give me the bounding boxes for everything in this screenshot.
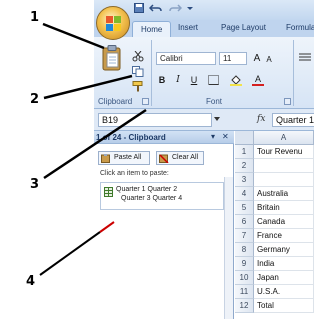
name-box[interactable]: B19 [98,113,212,127]
row-header[interactable]: 7 [235,229,254,243]
paste-icon[interactable] [102,45,122,71]
font-size-box[interactable]: 11 [219,52,247,65]
row-header[interactable]: 11 [235,285,254,299]
cell-a3[interactable] [254,173,314,187]
excel-item-icon [104,187,113,197]
clipboard-item[interactable]: Quarter 1 Quarter 2 Quarter 3 Quarter 4 [100,182,224,210]
cell-a4[interactable]: Australia [254,187,314,201]
clear-all-label: Clear All [172,154,199,161]
paste-all-label: Paste All [114,154,142,161]
row-header[interactable]: 12 [235,299,254,313]
cell-a9[interactable]: India [254,257,314,271]
tab-page-layout[interactable]: Page Layout [221,23,266,32]
excel-window: Home Insert Page Layout Formula Clipboar… [94,0,314,319]
grow-font-button[interactable]: A [251,52,263,65]
paste-all-button[interactable]: Paste All [98,151,150,165]
cell-a5[interactable]: Britain [254,201,314,215]
clipboard-dialog-launcher[interactable] [142,98,149,105]
copy-icon[interactable] [132,66,144,77]
clipboard-item-line-1: Quarter 1 Quarter 2 [116,186,178,193]
tab-insert[interactable]: Insert [178,23,198,32]
font-group-label: Font [206,97,223,106]
formula-bar: B19 fx Quarter 1 [94,109,314,131]
row-header[interactable]: 9 [235,257,254,271]
format-painter-icon[interactable] [132,81,144,92]
callout-1: 1 [30,10,40,25]
italic-button[interactable]: I [172,74,184,87]
borders-icon[interactable] [208,75,220,86]
shrink-font-button[interactable]: A [264,53,274,66]
callout-arrow-4 [39,231,101,276]
row-header[interactable]: 6 [235,215,254,229]
clipboard-pane-scrollbar[interactable] [224,177,233,319]
cell-a11[interactable]: U.S.A. [254,285,314,299]
cell-a12[interactable]: Total [254,299,314,313]
ribbon-separator [293,40,294,106]
cell-a1[interactable]: Tour Revenu [254,145,314,159]
cell-a6[interactable]: Canada [254,215,314,229]
font-color-button[interactable]: A [252,73,264,86]
row-header[interactable]: 5 [235,201,254,215]
row-header[interactable]: 2 [235,159,254,173]
bold-button[interactable]: B [156,74,168,87]
clipboard-hint: Click an item to paste: [100,170,169,177]
cut-icon[interactable] [132,51,144,62]
close-icon[interactable]: ✕ [222,132,229,141]
clipboard-pane-header: 1 of 24 - Clipboard ▾ ✕ [94,131,234,144]
tab-formulas[interactable]: Formula [286,23,314,32]
formula-input[interactable]: Quarter 1 [272,113,314,127]
select-all-corner[interactable] [235,131,254,145]
callout-3: 3 [30,177,40,192]
paste-all-icon [101,154,110,163]
row-header[interactable]: 3 [235,173,254,187]
office-logo-icon [106,16,121,31]
clear-all-icon [159,154,169,163]
cell-a2[interactable] [254,159,314,173]
clipboard-item-line-2: Quarter 3 Quarter 4 [121,195,183,202]
ribbon-separator [151,40,152,106]
customize-qat-icon[interactable] [187,3,193,15]
quick-access-toolbar [134,3,193,15]
clear-all-button[interactable]: Clear All [156,151,204,165]
redo-icon[interactable] [168,3,183,15]
clipboard-pane-title: 1 of 24 - Clipboard [96,133,166,142]
callout-2: 2 [30,92,40,107]
insert-function-icon[interactable]: fx [257,114,265,124]
tab-home[interactable]: Home [132,21,172,37]
clipboard-pane: 1 of 24 - Clipboard ▾ ✕ Paste All Clear … [94,131,234,319]
cell-a10[interactable]: Japan [254,271,314,285]
save-icon[interactable] [134,3,144,15]
ribbon: Clipboard Calibri 11 A A B I U A Font [94,37,314,109]
font-name-box[interactable]: Calibri [156,52,216,65]
row-header[interactable]: 8 [235,243,254,257]
cell-a7[interactable]: France [254,229,314,243]
column-header-a[interactable]: A [254,131,314,145]
row-header[interactable]: 1 [235,145,254,159]
row-header[interactable]: 4 [235,187,254,201]
office-button[interactable] [96,6,130,40]
row-header[interactable]: 10 [235,271,254,285]
name-box-dropdown-icon[interactable] [214,117,220,122]
underline-button[interactable]: U [188,74,200,87]
worksheet-grid: A 1 Tour Revenu 2 3 4 Australia 5 Britai… [235,131,314,319]
cell-a8[interactable]: Germany [254,243,314,257]
fill-color-icon[interactable] [230,75,242,86]
font-dialog-launcher[interactable] [284,98,291,105]
pane-options-icon[interactable]: ▾ [211,132,215,141]
align-icon[interactable] [299,52,311,63]
clipboard-group-label: Clipboard [98,97,133,106]
undo-icon[interactable] [148,3,163,15]
callout-4: 4 [26,274,36,289]
